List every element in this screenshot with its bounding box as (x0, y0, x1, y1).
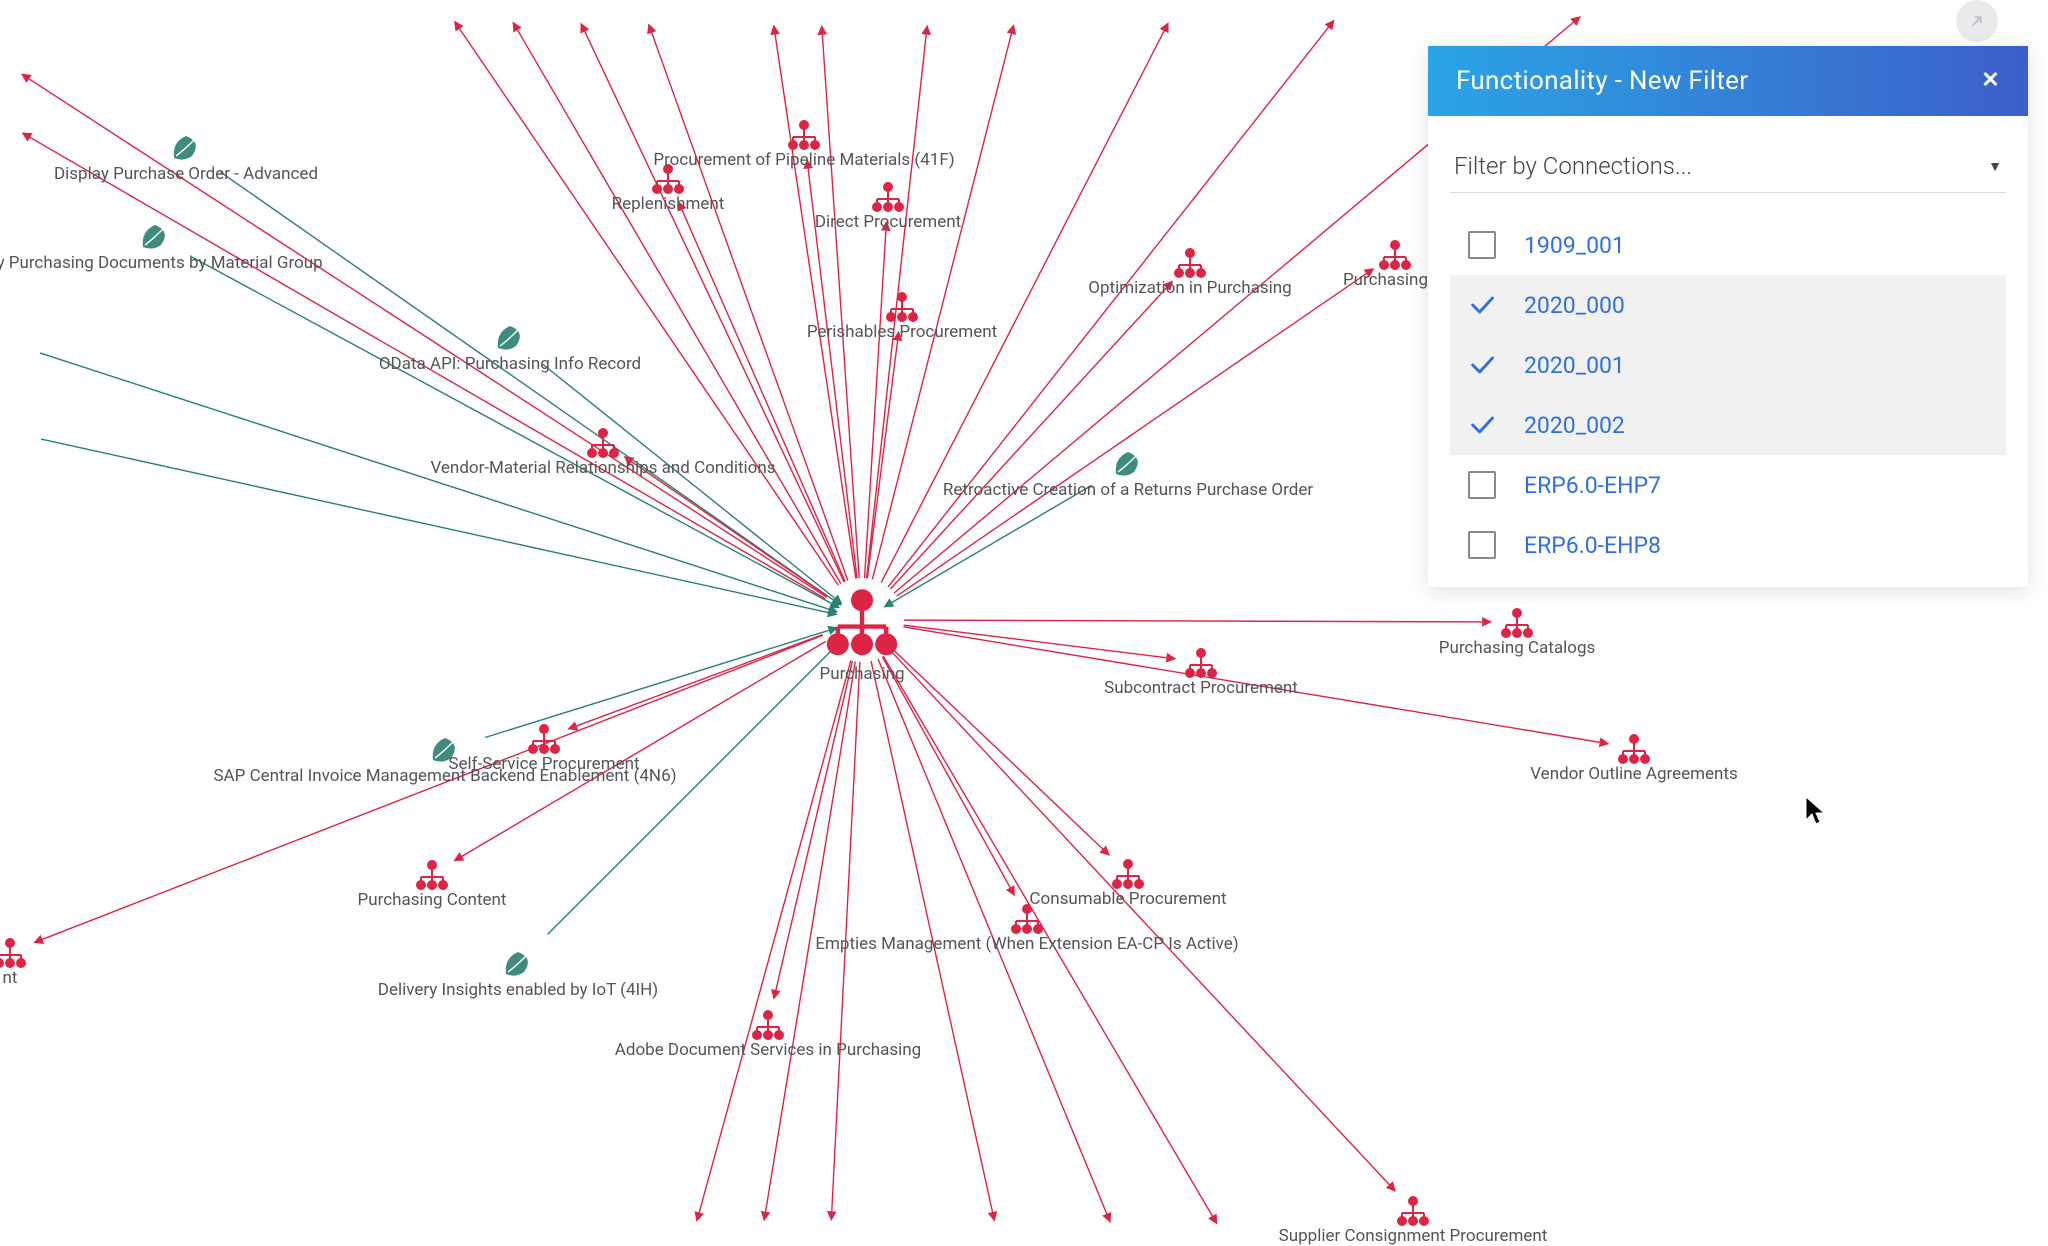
graph-edge (872, 25, 1013, 579)
filter-option[interactable]: 2020_000 (1450, 275, 2006, 335)
panel-body: Filter by Connections... ▼ 1909_001 2020_… (1428, 116, 2028, 587)
arrow-up-right-icon (1968, 12, 1986, 30)
graph-edge (697, 660, 851, 1220)
graph-edge (581, 24, 844, 582)
org-icon (872, 182, 904, 212)
filter-option-label: ERP6.0-EHP8 (1524, 532, 1661, 559)
filter-option[interactable]: 2020_002 (1450, 395, 2006, 455)
org-icon (416, 860, 448, 890)
org-icon (752, 1010, 784, 1040)
graph-edge (774, 661, 853, 999)
graph-edge (40, 353, 837, 612)
graph-edge (871, 661, 994, 1221)
filter-option-label: 2020_002 (1524, 412, 1625, 439)
org-icon (1112, 859, 1144, 889)
graph-edge (882, 657, 1014, 896)
filter-option[interactable]: 1909_001 (1450, 215, 2006, 275)
filter-option-label: ERP6.0-EHP7 (1524, 472, 1661, 499)
checkbox-icon (1468, 231, 1496, 259)
graph-edge (867, 26, 928, 578)
panel-header: Functionality - New Filter ✕ (1428, 46, 2028, 116)
checkbox-icon (1468, 471, 1496, 499)
org-icon (1379, 240, 1411, 270)
graph-edge (34, 635, 823, 942)
graph-edge (485, 628, 837, 738)
filter-option[interactable]: ERP6.0-EHP8 (1450, 515, 2006, 575)
graph-edge (22, 133, 825, 599)
graph-edge (822, 26, 859, 578)
close-icon[interactable]: ✕ (1981, 70, 2000, 92)
org-icon (827, 589, 897, 655)
graph-edge (884, 485, 1091, 607)
graph-edge (22, 74, 827, 597)
org-icon (788, 120, 820, 150)
graph-edge (807, 160, 857, 578)
checkmark-icon (1468, 351, 1496, 379)
graph-edge (904, 620, 1491, 622)
filter-option[interactable]: 2020_001 (1450, 335, 2006, 395)
graph-edge (881, 23, 1168, 582)
graph-edge (892, 649, 1109, 855)
org-icon (1185, 648, 1217, 678)
filter-option-label: 1909_001 (1524, 232, 1625, 259)
filter-panel: Functionality - New Filter ✕ Filter by C… (1428, 46, 2028, 587)
filter-options-list: 1909_001 2020_000 2020_001 2020_002 ERP6.0-E… (1450, 215, 2006, 575)
graph-edge (865, 222, 887, 578)
graph-edge (220, 172, 840, 605)
leaf-icon (498, 326, 520, 350)
graph-edge (543, 364, 842, 603)
org-icon (652, 164, 684, 194)
icons-group (0, 120, 1650, 1226)
graph-edge (903, 627, 1608, 744)
org-icon (1397, 1196, 1429, 1226)
filter-option-label: 2020_001 (1524, 352, 1625, 379)
graph-edge (878, 659, 1110, 1222)
graph-edge (764, 661, 855, 1220)
leaf-icon (1116, 452, 1138, 476)
top-action-button[interactable] (1956, 0, 1998, 42)
filter-option[interactable]: ERP6.0-EHP7 (1450, 455, 2006, 515)
graph-edge (454, 641, 825, 860)
graph-edge (891, 651, 1396, 1191)
org-icon (587, 428, 619, 458)
org-icon (1618, 734, 1650, 764)
graph-edge (455, 21, 839, 585)
graph-edge (904, 625, 1176, 659)
graph-edge (831, 662, 860, 1220)
org-icon (1174, 248, 1206, 278)
filter-by-connections-select[interactable]: Filter by Connections... ▼ (1450, 144, 2006, 193)
graph-edge (774, 26, 856, 579)
filter-select-label: Filter by Connections... (1454, 152, 1692, 180)
graph-edge (568, 635, 822, 729)
leaf-icon (506, 952, 528, 976)
chevron-down-icon: ▼ (1988, 158, 2002, 175)
leaf-icon (174, 136, 196, 160)
org-icon (1501, 608, 1533, 638)
org-icon (886, 292, 918, 322)
checkbox-icon (1468, 531, 1496, 559)
graph-edge (649, 24, 848, 580)
leaf-icon (143, 225, 165, 249)
graph-edge (888, 20, 1334, 587)
graph-edge (883, 656, 1217, 1223)
checkmark-icon (1468, 291, 1496, 319)
org-icon (0, 938, 26, 968)
checkmark-icon (1468, 411, 1496, 439)
panel-title: Functionality - New Filter (1456, 66, 1748, 96)
edges-group (22, 17, 1609, 1224)
graph-edge (897, 269, 1374, 597)
leaf-icon (433, 738, 455, 762)
graph-edge (678, 202, 845, 582)
filter-option-label: 2020_000 (1524, 292, 1625, 319)
graph-edge (192, 257, 839, 608)
